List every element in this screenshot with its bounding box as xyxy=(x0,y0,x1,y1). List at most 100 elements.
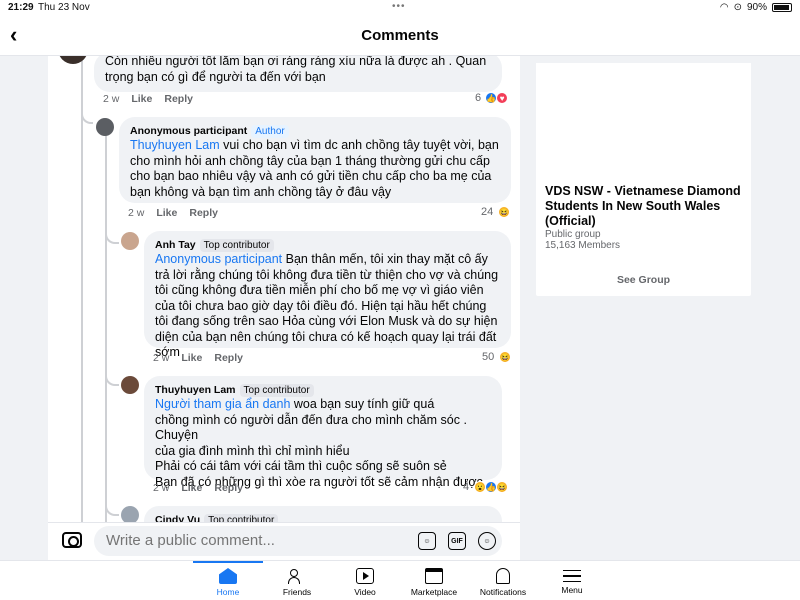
comment-age[interactable]: 2 w xyxy=(103,93,119,105)
top-contributor-badge: Top contributor xyxy=(204,513,279,522)
comment-age[interactable]: 2 w xyxy=(128,207,144,219)
gif-icon[interactable]: GIF xyxy=(448,532,466,550)
comment-actions: 2 w Like Reply xyxy=(103,93,193,105)
comment-actions: 2 w Like Reply xyxy=(153,352,243,364)
tab-menu[interactable]: Menu xyxy=(537,561,607,600)
comments-panel[interactable]: Còn nhiều người tốt lắm bạn ơi ráng ráng… xyxy=(48,56,520,522)
tab-label: Menu xyxy=(561,585,583,595)
avatar[interactable] xyxy=(58,56,88,64)
haha-reaction-icon: 😆 xyxy=(499,351,512,363)
see-group-button[interactable]: See Group xyxy=(536,274,751,286)
tab-video[interactable]: Video xyxy=(330,561,400,600)
group-name[interactable]: VDS NSW - Vietnamese Diamond Students In… xyxy=(545,184,745,229)
comment-actions: 2 w Like Reply xyxy=(153,482,243,494)
tab-marketplace[interactable]: Marketplace xyxy=(399,561,469,600)
menu-icon xyxy=(563,570,581,582)
status-date: Thu 23 Nov xyxy=(38,2,90,13)
comment-body: Anonymous participant Bạn thân mến, tôi … xyxy=(155,252,500,361)
author-name[interactable]: Anonymous participant xyxy=(130,124,247,138)
sticker-icon[interactable]: ☺ xyxy=(418,532,436,550)
orientation-lock-icon: ⊙ xyxy=(733,2,742,13)
reply-button[interactable]: Reply xyxy=(214,482,243,494)
top-contributor-badge: Top contributor xyxy=(239,383,314,397)
like-button[interactable]: Like xyxy=(181,352,202,364)
comment-age[interactable]: 2 w xyxy=(153,352,169,364)
author-badge: Author xyxy=(251,124,289,138)
tab-label: Video xyxy=(354,587,376,597)
thread-line xyxy=(81,56,83,522)
status-bar: 21:29 Thu 23 Nov ••• ◠ ⊙ 90% xyxy=(0,0,800,16)
comment-bubble: Anh Tay Top contributor Anonymous partic… xyxy=(144,231,511,359)
reply-button[interactable]: Reply xyxy=(214,352,243,364)
reaction-summary[interactable]: 50 😆 xyxy=(482,351,512,363)
top-contributor-badge: Top contributor xyxy=(199,238,274,252)
author-name[interactable]: Anh Tay xyxy=(155,238,196,252)
comment-author[interactable]: Thuyhuyen Lam Top contributor xyxy=(155,383,491,397)
comment-line: Người tham gia ẩn danh woa bạn suy tính … xyxy=(155,397,491,413)
avatar[interactable] xyxy=(121,506,139,522)
home-icon xyxy=(219,568,237,584)
reaction-summary[interactable]: 6 👍 ♥ xyxy=(475,92,509,104)
comment-bubble: Anonymous participant Author Thuyhuyen L… xyxy=(119,117,511,203)
comment-bubble: Còn nhiều người tốt lắm bạn ơi ráng ráng… xyxy=(94,56,502,92)
comment-text: woa bạn suy tính giữ quá xyxy=(290,397,435,411)
comment-author[interactable]: Anh Tay Top contributor xyxy=(155,238,500,252)
mention-link[interactable]: Thuyhuyen Lam xyxy=(130,138,220,152)
love-reaction-icon: ♥ xyxy=(496,92,509,104)
author-name[interactable]: Cindy Vu xyxy=(155,513,200,522)
reaction-count: 4 xyxy=(463,481,470,493)
group-cover-image[interactable] xyxy=(536,63,751,173)
multitask-dots-icon[interactable]: ••• xyxy=(392,1,406,12)
comment-body: Người tham gia ẩn danh woa bạn suy tính … xyxy=(155,397,491,490)
reaction-count: 6 xyxy=(475,92,482,104)
comment-line: Phải có cái tâm với cái tầm thì cuộc sốn… xyxy=(155,459,447,473)
emoji-icon[interactable]: ☺ xyxy=(478,532,496,550)
haha-reaction-icon: 😆 xyxy=(498,206,511,218)
status-time: 21:29 xyxy=(8,2,34,13)
comment-age[interactable]: 2 w xyxy=(153,482,169,494)
avatar[interactable] xyxy=(121,232,139,250)
thread-connector xyxy=(105,486,119,516)
comment-actions: 2 w Like Reply xyxy=(128,207,218,219)
comment-body: Thuyhuyen Lam vui cho bạn vì tìm dc anh … xyxy=(130,138,500,200)
wifi-icon: ◠ xyxy=(719,2,729,13)
group-members: 15,163 Members xyxy=(545,240,621,251)
tab-friends[interactable]: Friends xyxy=(262,561,332,600)
tab-notifications[interactable]: Notifications xyxy=(468,561,538,600)
group-card[interactable]: VDS NSW - Vietnamese Diamond Students In… xyxy=(536,63,751,296)
reply-button[interactable]: Reply xyxy=(164,93,193,105)
avatar[interactable] xyxy=(121,376,139,394)
anonymous-avatar-icon[interactable] xyxy=(96,118,114,136)
like-button[interactable]: Like xyxy=(156,207,177,219)
comment-bubble: Thuyhuyen Lam Top contributor Người tham… xyxy=(144,376,502,489)
video-icon xyxy=(356,568,374,584)
tab-home[interactable]: Home xyxy=(193,561,263,600)
comment-text: Bạn thân mến, tôi xin thay mặt cô ấy trả… xyxy=(155,252,499,359)
reaction-summary[interactable]: 24 😆 xyxy=(481,206,511,218)
reaction-count: 24 xyxy=(481,206,494,218)
comment-bubble: Cindy Vu Top contributor xyxy=(144,506,502,522)
status-indicators: ◠ ⊙ 90% xyxy=(720,2,792,13)
comment-line: chồng mình có người dẫn đến đưa cho mình… xyxy=(155,412,467,443)
bell-icon xyxy=(496,568,510,584)
author-name[interactable]: Thuyhuyen Lam xyxy=(155,383,236,397)
reply-button[interactable]: Reply xyxy=(189,207,218,219)
like-button[interactable]: Like xyxy=(131,93,152,105)
mention-link[interactable]: Người tham gia ẩn danh xyxy=(155,397,290,411)
tab-label: Home xyxy=(216,587,240,597)
thread-connector xyxy=(105,356,119,386)
comment-author[interactable]: Cindy Vu Top contributor xyxy=(155,513,491,522)
marketplace-icon xyxy=(425,568,443,584)
comment-author[interactable]: Anonymous participant Author xyxy=(130,124,500,138)
reaction-summary[interactable]: 4 😮 👍 😆 xyxy=(463,481,509,493)
battery-icon xyxy=(772,3,792,12)
page-title: Comments xyxy=(361,27,439,44)
bottom-nav: Home Friends Video Marketplace Notificat… xyxy=(0,560,800,600)
group-type: Public group xyxy=(545,229,601,240)
comment-composer: ☺ GIF ☺ xyxy=(48,522,520,560)
camera-icon[interactable] xyxy=(62,532,82,548)
comment-text: Còn nhiều người tốt lắm bạn ơi ráng ráng… xyxy=(105,56,487,84)
comment-line: của gia đình mình thì chỉ mình hiểu xyxy=(155,443,350,458)
mention-link[interactable]: Anonymous participant xyxy=(155,252,282,266)
like-button[interactable]: Like xyxy=(181,482,202,494)
